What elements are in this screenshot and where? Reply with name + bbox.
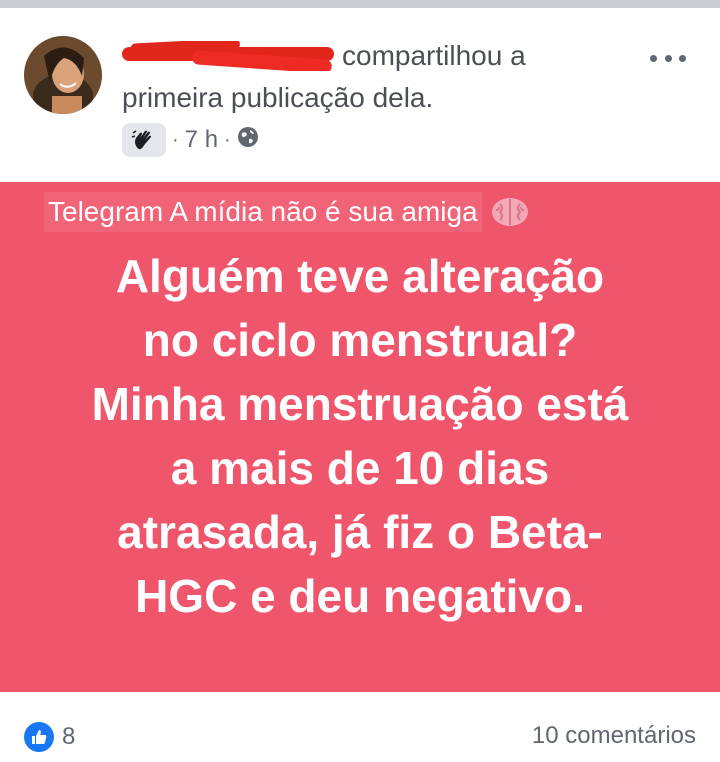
post-footer: 8 10 comentários — [0, 692, 720, 762]
post-line: Minha menstruação está — [91, 378, 629, 430]
post-time[interactable]: 7 h — [185, 126, 218, 154]
source-text: Telegram A mídia não é sua amiga — [44, 192, 482, 232]
post-header: compartilhou a primeira publicação dela.… — [0, 8, 720, 180]
post-text-card: Telegram A mídia não é sua amiga Alguém … — [0, 182, 720, 692]
post-line: atrasada, já fiz o Beta- — [117, 506, 603, 558]
redacted-name[interactable] — [122, 41, 340, 71]
shared-text: compartilhou a — [342, 40, 526, 71]
post-meta: · 7 h · — [122, 122, 259, 158]
author-line: compartilhou a — [122, 38, 642, 74]
more-options-button[interactable] — [650, 48, 686, 68]
wave-hand-icon[interactable] — [122, 123, 166, 157]
post-line: no ciclo menstrual? — [142, 314, 578, 366]
post-line: HGC e deu negativo. — [135, 570, 585, 622]
meta-separator-2: · — [224, 128, 231, 151]
reactions-summary[interactable]: 8 — [24, 722, 75, 752]
like-icon — [24, 722, 54, 752]
like-count: 8 — [62, 723, 76, 750]
post-line: a mais de 10 dias — [170, 442, 550, 494]
globe-icon[interactable] — [237, 126, 259, 155]
meta-separator: · — [172, 128, 179, 151]
top-separator — [0, 0, 720, 8]
brain-emoji-icon — [490, 195, 530, 229]
post-body-text: Alguém teve alteração no ciclo menstrual… — [20, 244, 700, 628]
avatar[interactable] — [24, 36, 102, 114]
more-dots-icon — [650, 54, 657, 62]
source-line: Telegram A mídia não é sua amiga — [44, 192, 530, 232]
comments-count[interactable]: 10 comentários — [532, 722, 696, 750]
post-line: Alguém teve alteração — [115, 250, 605, 302]
shared-text-line2: primeira publicação dela. — [122, 82, 434, 113]
